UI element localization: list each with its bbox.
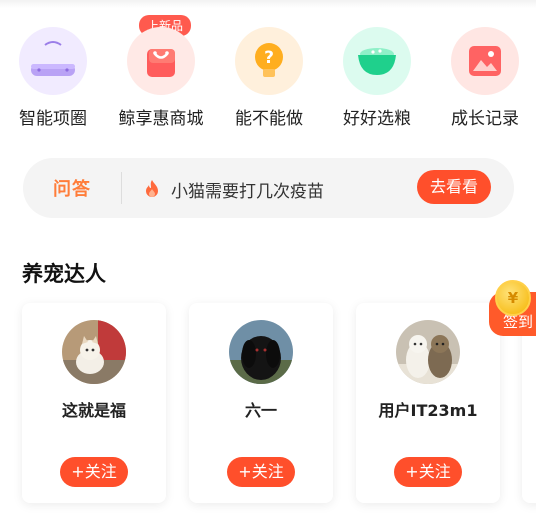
quick-menu-label: 鲸享惠商城 [118,109,204,129]
photo-icon [451,27,519,95]
fire-icon [143,179,161,203]
lightbulb-question-icon: ? [235,27,303,95]
quick-menu-smart-collar[interactable]: 智能项圈 [3,27,103,129]
quick-menu-label: 好好选粮 [343,109,411,129]
pet-bowl-icon [343,27,411,95]
quick-menu-label: 成长记录 [451,109,519,129]
top-divider [0,0,536,8]
expert-card[interactable]: 这就是福 +关注 [22,303,166,503]
user-name: 这就是福 [61,401,126,420]
qa-bar[interactable]: 问答 小猫需要打几次疫苗 去看看 [23,158,514,218]
qa-logo: 问答 [53,179,91,200]
quick-menu-can-or-cannot[interactable]: ? 能不能做 [219,27,319,129]
svg-text:?: ? [264,48,274,68]
expert-card[interactable]: 六一 +关注 [189,303,333,503]
expert-card[interactable]: 用户IT23m1 +关注 [356,303,500,503]
follow-button[interactable]: +关注 [60,457,128,487]
user-name: 六一 [244,401,277,420]
follow-button[interactable]: +关注 [227,457,295,487]
follow-button[interactable]: +关注 [394,457,462,487]
quick-menu-growth-record[interactable]: 成长记录 [435,27,535,129]
avatar[interactable] [396,320,460,384]
qa-question[interactable]: 小猫需要打几次疫苗 [171,177,324,202]
quick-menu-mall[interactable]: 上新品 鲸享惠商城 [111,15,211,129]
avatar[interactable] [62,320,126,384]
collar-icon [19,27,87,95]
user-name: 用户IT23m1 [378,401,478,420]
shopping-bag-icon [127,27,195,95]
section-title: 养宠达人 [22,262,106,286]
divider [121,172,122,204]
coin-icon: ¥ [495,280,531,316]
quick-menu-food[interactable]: 好好选粮 [327,27,427,129]
quick-menu-label: 智能项圈 [19,109,87,129]
avatar[interactable] [229,320,293,384]
go-see-button[interactable]: 去看看 [417,170,491,204]
quick-menu-label: 能不能做 [235,109,303,129]
